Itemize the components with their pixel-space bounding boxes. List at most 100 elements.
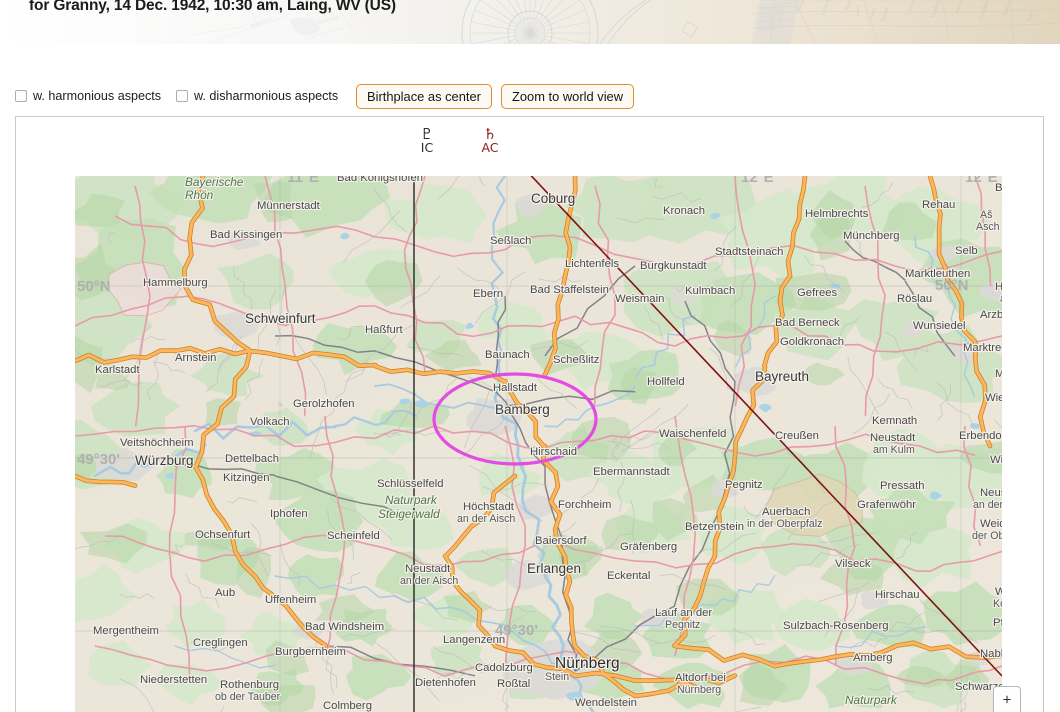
svg-text:Wiesau: Wiesau [985,392,1002,404]
svg-text:in der Oberpfalz: in der Oberpfalz [747,518,822,530]
svg-text:Colmberg: Colmberg [323,700,372,712]
svg-text:Lichtenfels: Lichtenfels [565,258,619,270]
svg-text:12°E: 12°E [741,176,774,186]
svg-text:Rhön: Rhön [185,188,214,202]
page-title: for Granny, 14 Dec. 1942, 10:30 am, Lain… [29,0,396,14]
ic-label: IC [420,140,434,156]
svg-text:Arzberg: Arzberg [980,309,1002,321]
svg-text:Kemnath: Kemnath [872,415,917,427]
svg-text:Hirschaid: Hirschaid [530,446,577,458]
svg-text:Ebermannstadt: Ebermannstadt [593,466,670,478]
checkbox-harmonious-aspects-label: w. harmonious aspects [33,89,162,103]
svg-text:Naturpark: Naturpark [385,493,438,507]
svg-text:Rehau: Rehau [922,199,955,211]
svg-text:Wernberg-: Wernberg- [995,586,1002,598]
svg-text:Eckental: Eckental [607,570,650,582]
svg-text:12°E: 12°E [965,176,998,186]
svg-text:Windischeschenbach: Windischeschenbach [990,454,1002,466]
svg-text:der Oberpfalz: der Oberpfalz [972,530,1002,542]
openstreetmap-tiles[interactable]: 50°N 50°N49°30'49°30'11°E 12°E 12°E Bayeris… [75,176,1002,712]
saturn-ac-line-label: ♄ AC [460,126,520,155]
svg-text:Würzburg: Würzburg [135,453,194,468]
svg-text:Münnerstadt: Münnerstadt [257,200,321,212]
svg-text:Karlstadt: Karlstadt [95,364,140,376]
svg-text:Wendelstein: Wendelstein [575,697,637,709]
svg-text:Gräfenberg: Gräfenberg [620,541,677,553]
map-zoom-in-label: + [1002,691,1012,709]
zoom-to-world-view-button[interactable]: Zoom to world view [501,84,635,109]
svg-text:Bad Staffelstein: Bad Staffelstein [530,284,609,296]
svg-text:Mitterteich: Mitterteich [995,368,1002,380]
checkbox-harmonious-aspects[interactable]: w. harmonious aspects [15,89,161,103]
pluto-ic-line-label: ♇ IC [397,126,457,156]
svg-text:Lauf an der: Lauf an der [655,607,712,619]
svg-text:Selb: Selb [955,245,978,257]
svg-text:Hirschau: Hirschau [875,589,920,601]
svg-text:Bad Kissingen: Bad Kissingen [210,229,282,241]
svg-text:Grafenwöhr: Grafenwöhr [857,499,916,511]
svg-text:Baiersdorf: Baiersdorf [535,535,587,547]
svg-text:Nürnberg: Nürnberg [555,655,620,672]
svg-text:Schweinfurt: Schweinfurt [245,311,316,326]
svg-text:Pressath: Pressath [880,480,925,492]
svg-text:Vilseck: Vilseck [835,558,871,570]
svg-text:Rothenburg: Rothenburg [220,679,279,691]
svg-text:Arnstein: Arnstein [175,352,216,364]
map-viewport[interactable]: 50°N 50°N 49°30' 49°30' 11°E 12°E 12°E Bayeris… [75,176,1002,712]
checkbox-disharmonious-aspects[interactable]: w. disharmonious aspects [176,89,338,103]
checkbox-disharmonious-aspects-label: w. disharmonious aspects [194,89,339,103]
svg-text:am Kulm: am Kulm [873,444,915,456]
svg-text:Scheinfeld: Scheinfeld [327,530,380,542]
svg-text:an der Aisch: an der Aisch [457,513,515,525]
svg-text:50°N: 50°N [77,278,111,295]
birthplace-as-center-button[interactable]: Birthplace as center [356,84,492,109]
svg-text:Weismain: Weismain [615,293,664,305]
svg-text:Betzenstein: Betzenstein [685,521,744,533]
svg-text:Hammelburg: Hammelburg [143,277,208,289]
svg-text:Uffenheim: Uffenheim [265,594,316,606]
checkbox-disharmonious-aspects-box[interactable] [176,90,188,102]
svg-text:Nürnberg: Nürnberg [677,684,721,696]
svg-text:Creglingen: Creglingen [193,637,248,649]
svg-text:Neustadt: Neustadt [870,432,916,444]
svg-text:Waischenfeld: Waischenfeld [659,428,726,440]
svg-text:Auerbach: Auerbach [762,506,810,518]
svg-text:Erlangen: Erlangen [527,561,581,576]
svg-text:Haßfurt: Haßfurt [365,324,404,336]
svg-text:Kitzingen: Kitzingen [223,472,269,484]
svg-text:Stein: Stein [545,671,569,683]
svg-text:Pegnitz: Pegnitz [665,619,700,631]
svg-text:Sulzbach-Rosenberg: Sulzbach-Rosenberg [783,620,889,632]
svg-text:Weiden in: Weiden in [980,518,1002,530]
svg-text:Bad Königshofen: Bad Königshofen [337,176,423,184]
svg-text:Coburg: Coburg [531,191,575,206]
svg-text:Naturpark: Naturpark [845,693,898,707]
svg-text:Erbendorf: Erbendorf [959,430,1002,442]
svg-text:an der Aisch: an der Aisch [400,575,458,587]
checkbox-harmonious-aspects-box[interactable] [15,90,27,102]
svg-text:Roßtal: Roßtal [497,678,530,690]
svg-text:Helmbrechts: Helmbrechts [805,208,869,220]
svg-text:Röslau: Röslau [897,293,932,305]
svg-text:Bad Berneck: Bad Berneck [775,317,840,329]
astro-line-labels: ♇ IC ♄ AC [16,117,1043,177]
svg-text:Niederstetten: Niederstetten [140,674,207,686]
svg-text:Pfreimd: Pfreimd [993,617,1002,629]
svg-text:Burgbernheim: Burgbernheim [275,646,346,658]
svg-text:Aš: Aš [980,209,992,221]
svg-text:Bayreuth: Bayreuth [755,369,809,384]
svg-text:Höchstadt: Höchstadt [463,501,515,513]
map-zoom-in-button[interactable]: + [993,686,1021,712]
svg-text:Stadtsteinach: Stadtsteinach [715,246,783,258]
map-panel[interactable]: ♇ IC ♄ AC 50°N 50°N 49°30' 49°30' 11°E 1… [15,116,1044,712]
svg-text:Pegnitz: Pegnitz [725,479,763,491]
svg-text:Ochsenfurt: Ochsenfurt [195,529,251,541]
svg-text:Bamberg: Bamberg [495,402,550,417]
svg-text:Dietenhofen: Dietenhofen [415,677,476,689]
svg-text:Ebern: Ebern [473,288,503,300]
svg-text:Gerolzhofen: Gerolzhofen [293,398,355,410]
svg-text:Hollfeld: Hollfeld [647,376,685,388]
svg-text:Altdorf bei: Altdorf bei [675,672,726,684]
svg-text:Neustadt: Neustadt [405,563,451,575]
svg-text:Schlüsselfeld: Schlüsselfeld [377,478,444,490]
